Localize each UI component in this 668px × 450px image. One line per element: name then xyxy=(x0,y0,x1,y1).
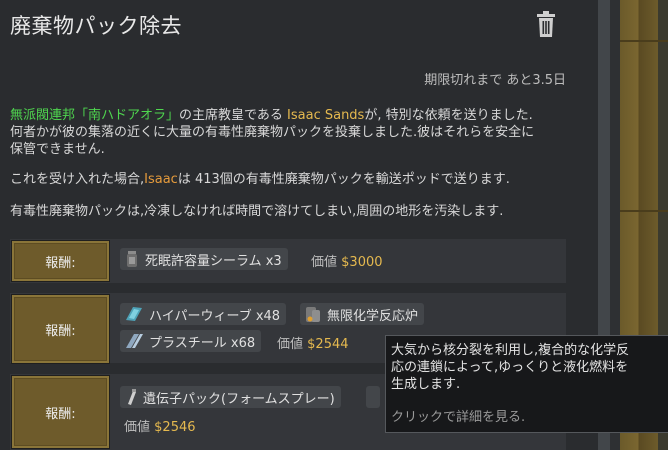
reward-item-label: 無限化学反応炉 xyxy=(327,308,419,324)
value-amount: $2546 xyxy=(154,420,196,435)
item-tooltip: 大気から核分裂を利用し,複合的な化学反 応の連鎖によって,ゆっくりと液化燃料を … xyxy=(385,335,668,433)
value-amount: $2544 xyxy=(307,337,349,352)
tooltip-hint: クリックで詳細を見る. xyxy=(391,410,526,425)
genepack-icon xyxy=(128,389,136,405)
reward-item-chip-partial[interactable] xyxy=(366,386,380,408)
reward-button[interactable]: 報酬: xyxy=(11,240,110,282)
description-text: が, 特別な依頼を送りました. xyxy=(364,108,533,123)
description-text: は 413個の有毒性廃棄物パックを輸送ポッドで送ります. xyxy=(177,172,510,187)
map-stripe xyxy=(620,210,668,212)
reward-item-label: 遺伝子パック(フォームスプレー) xyxy=(143,391,335,407)
value-label: 価値 xyxy=(124,420,151,435)
leader-short-name: Isaac xyxy=(144,172,178,187)
description-line-3: 保管できません. xyxy=(10,142,105,157)
description-line-1: 無派閥連邦「南ハドアオラ」の主席教皇である Isaac Sandsが, 特別な依… xyxy=(10,107,570,124)
reward-item-label: ハイパーウィーブ x48 xyxy=(149,308,281,324)
reward-item-chip[interactable]: ハイパーウィーブ x48 xyxy=(120,303,287,325)
reward-item-chip[interactable]: 死眠許容量シーラム x3 xyxy=(120,248,288,270)
tooltip-line: 応の連鎖によって,ゆっくりと液化燃料を xyxy=(391,360,629,375)
description-text: これを受け入れた場合, xyxy=(10,172,145,187)
reward-button[interactable]: 報酬: xyxy=(11,294,110,364)
hyperweave-icon xyxy=(126,307,142,321)
value-label: 価値 xyxy=(311,255,338,270)
faction-name: 無派閥連邦「南ハドアオラ」 xyxy=(10,108,180,123)
leader-name: Isaac Sands xyxy=(287,108,365,123)
description-line-2: 何者かが彼の集落の近くに大量の有毒性廃棄物パックを投棄しました.彼はそれらを安全… xyxy=(10,125,535,140)
tooltip-line: 生成します. xyxy=(391,377,461,392)
reactor-icon xyxy=(306,307,320,322)
value-amount: $3000 xyxy=(341,255,383,270)
map-stripe xyxy=(620,40,668,42)
description-paragraph-2: これを受け入れた場合,Isaacは 413個の有毒性廃棄物パックを輸送ポッドで送… xyxy=(10,171,570,188)
trash-icon[interactable] xyxy=(534,10,558,38)
reward-item-label: 死眠許容量シーラム x3 xyxy=(145,253,282,269)
plasteel-icon xyxy=(126,334,143,348)
reward-value: 価値 $2544 xyxy=(277,333,349,352)
reward-option: 報酬: 死眠許容量シーラム x3 価値 $3000 xyxy=(10,239,566,283)
reward-item-chip[interactable]: 無限化学反応炉 xyxy=(300,303,425,325)
description-text: の主席教皇である xyxy=(179,108,288,123)
reward-value: 価値 $2546 xyxy=(124,416,196,435)
dialog-title: 廃棄物パック除去 xyxy=(10,14,182,38)
serum-icon xyxy=(127,251,137,267)
reward-item-chip[interactable]: 遺伝子パック(フォームスプレー) xyxy=(120,386,341,408)
expiry-text: 期限切れまで あと3.5日 xyxy=(424,73,566,88)
value-label: 価値 xyxy=(277,337,304,352)
reward-button[interactable]: 報酬: xyxy=(11,375,110,449)
reward-value: 価値 $3000 xyxy=(311,251,383,270)
tooltip-description: 大気から核分裂を利用し,複合的な化学反 応の連鎖によって,ゆっくりと液化燃料を … xyxy=(391,342,668,393)
description-paragraph-3: 有毒性廃棄物パックは,冷凍しなければ時間で溶けてしまい,周囲の地形を汚染します. xyxy=(10,204,504,219)
description-paragraph-1: 無派閥連邦「南ハドアオラ」の主席教皇である Isaac Sandsが, 特別な依… xyxy=(10,107,570,158)
tooltip-line: 大気から核分裂を利用し,複合的な化学反 xyxy=(391,343,630,358)
reward-item-label: プラスチール x68 xyxy=(149,335,256,351)
reward-item-chip[interactable]: プラスチール x68 xyxy=(120,330,262,352)
